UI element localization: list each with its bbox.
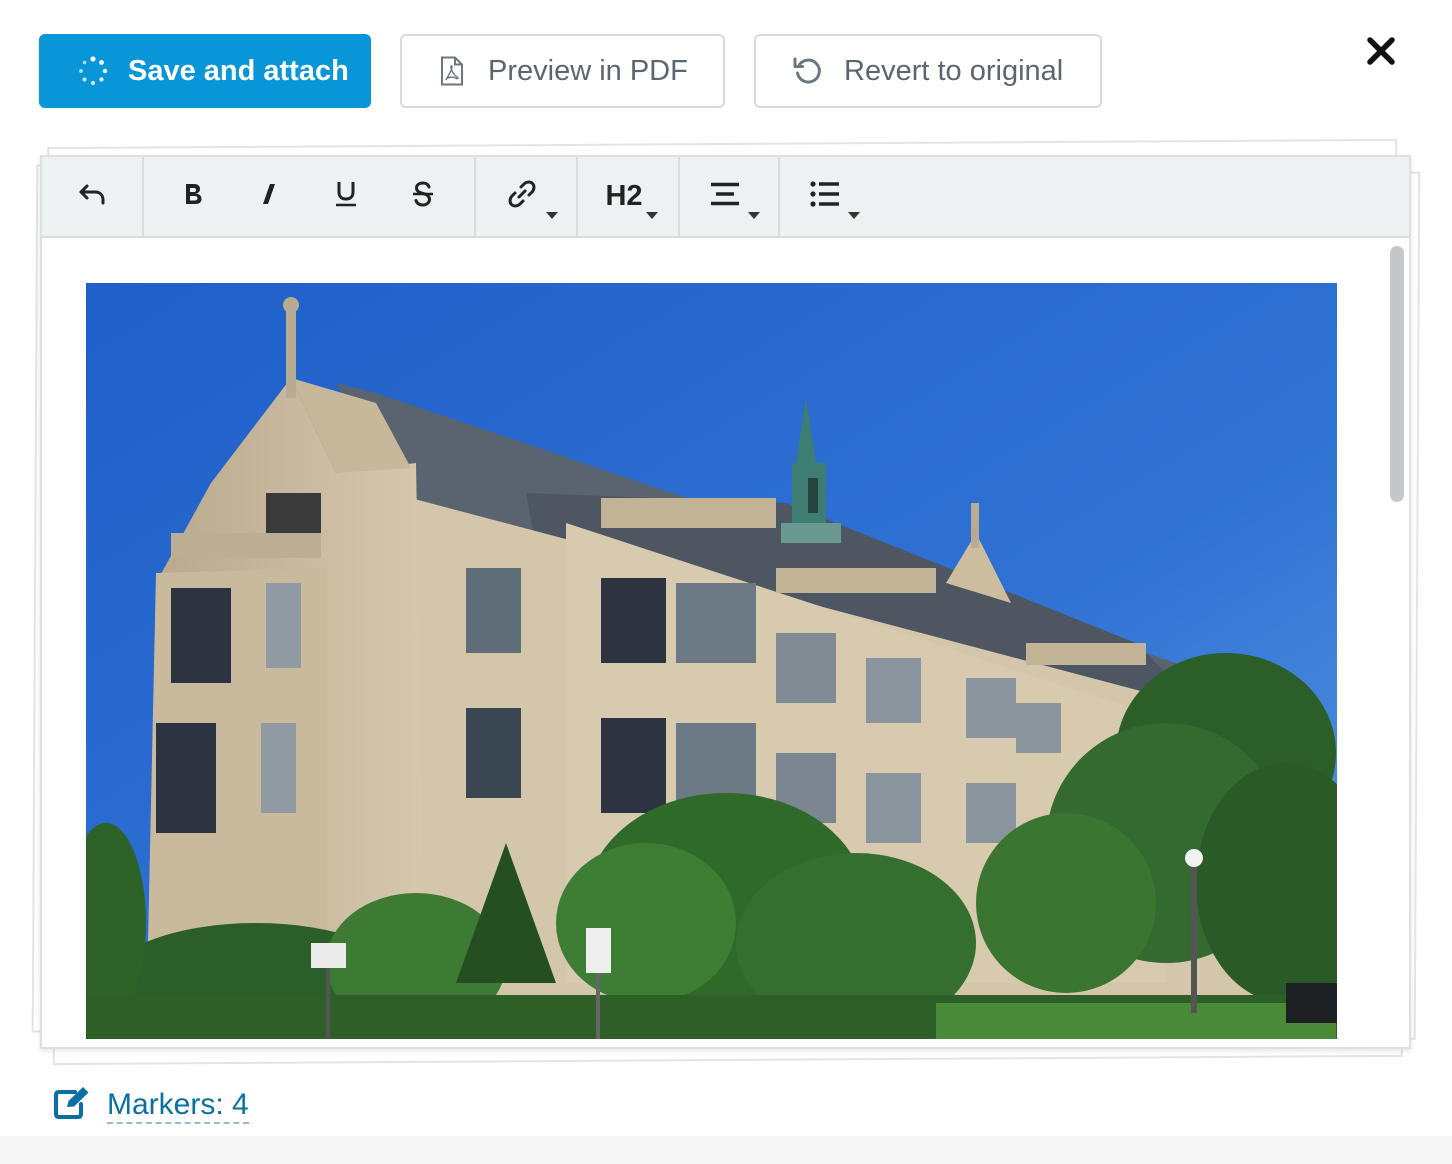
revert-to-original-label: Revert to original	[844, 54, 1064, 87]
undo-icon	[77, 183, 107, 210]
markers-label: Markers: 4	[107, 1088, 249, 1124]
list-button[interactable]	[780, 157, 880, 236]
italic-button[interactable]	[238, 157, 300, 236]
italic-icon	[261, 181, 277, 212]
align-center-icon	[710, 182, 740, 211]
preview-in-pdf-button[interactable]: Preview in PDF	[400, 34, 725, 108]
underline-button[interactable]	[315, 157, 377, 236]
spinner-icon	[78, 56, 108, 86]
strikethrough-button[interactable]	[392, 157, 454, 236]
bold-button[interactable]	[162, 157, 224, 236]
markers-link[interactable]: Markers: 4	[53, 1086, 249, 1125]
align-button[interactable]	[680, 157, 780, 236]
editor-content[interactable]	[42, 238, 1385, 1047]
save-and-attach-label: Save and attach	[128, 54, 349, 87]
underline-icon	[334, 180, 358, 213]
editor-toolbar: H2	[42, 157, 1409, 238]
strikethrough-icon	[411, 180, 435, 213]
undo-circle-icon	[792, 55, 824, 87]
chevron-down-icon	[848, 212, 860, 219]
editor-scrollbar-thumb[interactable]	[1390, 246, 1404, 502]
pdf-file-icon	[440, 56, 464, 86]
chevron-down-icon	[546, 212, 558, 219]
toolbar-divider	[142, 157, 144, 236]
building-photo	[86, 283, 1337, 1039]
bottom-band	[0, 1136, 1452, 1164]
chevron-down-icon	[748, 212, 760, 219]
bullet-list-icon	[810, 181, 840, 212]
undo-button[interactable]	[42, 157, 142, 236]
save-and-attach-button[interactable]: Save and attach	[39, 34, 371, 108]
chevron-down-icon	[646, 212, 658, 219]
preview-in-pdf-label: Preview in PDF	[488, 54, 688, 87]
rich-text-editor: H2	[40, 155, 1411, 1049]
edit-icon	[53, 1086, 91, 1125]
link-button[interactable]	[476, 157, 576, 236]
heading-button[interactable]: H2	[578, 157, 678, 236]
link-icon	[506, 178, 538, 215]
bold-icon	[182, 181, 204, 212]
close-button[interactable]	[1362, 34, 1400, 72]
revert-to-original-button[interactable]: Revert to original	[754, 34, 1102, 108]
close-icon	[1367, 36, 1395, 70]
heading-label: H2	[605, 180, 643, 212]
